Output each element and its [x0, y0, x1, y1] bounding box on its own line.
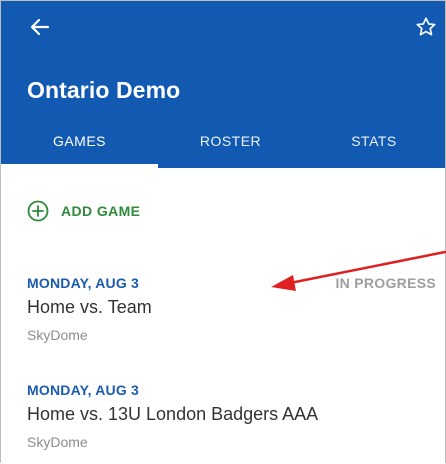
tab-bar: GAMES ROSTER STATS: [1, 113, 445, 168]
game-date: MONDAY, AUG 3: [27, 382, 140, 398]
tab-games[interactable]: GAMES: [1, 113, 158, 168]
star-outline-icon[interactable]: [410, 11, 442, 43]
game-date: MONDAY, AUG 3: [27, 275, 140, 291]
tab-stats[interactable]: STATS: [303, 113, 445, 168]
game-status: IN PROGRESS: [335, 275, 436, 291]
game-list-item[interactable]: MONDAY, AUG 3 Home vs. 13U London Badger…: [1, 380, 445, 460]
back-arrow-icon[interactable]: [24, 11, 56, 43]
page-title: Ontario Demo: [27, 77, 181, 103]
add-game-button[interactable]: ADD GAME: [27, 200, 140, 222]
plus-circle-icon: [27, 200, 49, 222]
selected-tab-indicator: [1, 164, 158, 168]
game-list-item[interactable]: MONDAY, AUG 3 IN PROGRESS Home vs. Team …: [1, 273, 445, 353]
app-screen: Ontario Demo GAMES ROSTER STATS ADD GAME…: [0, 0, 446, 463]
game-venue: SkyDome: [27, 327, 88, 343]
game-venue: SkyDome: [27, 434, 88, 450]
game-matchup: Home vs. Team: [27, 297, 152, 317]
app-bar: Ontario Demo GAMES ROSTER STATS: [1, 1, 445, 168]
tab-roster[interactable]: ROSTER: [158, 113, 303, 168]
add-game-label: ADD GAME: [61, 203, 141, 219]
game-matchup: Home vs. 13U London Badgers AAA: [27, 404, 319, 424]
